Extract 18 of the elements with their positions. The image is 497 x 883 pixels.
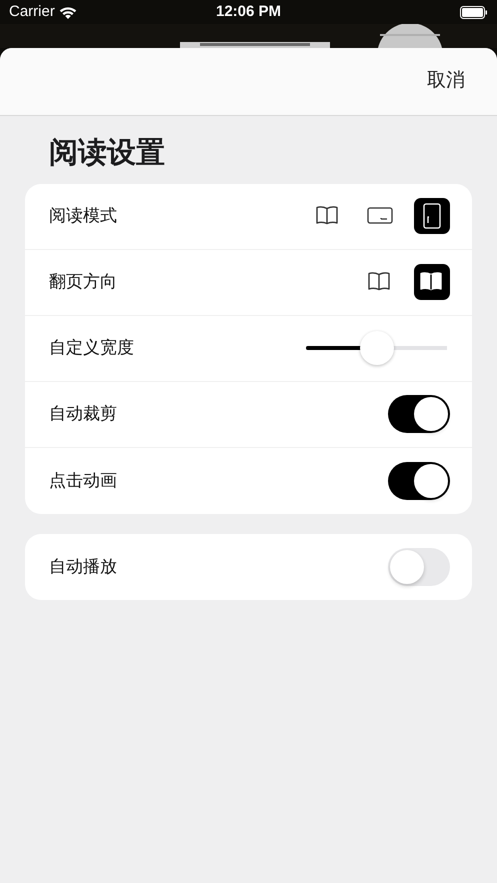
mode-option[interactable]: [414, 198, 450, 234]
battery-icon: [460, 6, 488, 18]
mode-option[interactable]: [414, 264, 450, 300]
settings-title: 阅读设置: [49, 136, 166, 171]
toggle-switch[interactable]: [388, 548, 450, 586]
setting-label: 点击动画: [49, 470, 117, 492]
cancel-button[interactable]: 取消: [427, 67, 465, 96]
wifi-icon: [58, 6, 77, 18]
setting-label: 翻页方向: [49, 271, 117, 294]
toggle-switch[interactable]: [388, 462, 450, 500]
clock-time: 12:06 PM: [216, 2, 282, 22]
setting-label: 自定义宽度: [49, 337, 134, 360]
toggle-switch[interactable]: [388, 395, 450, 433]
setting-label: 自动裁剪: [49, 403, 117, 426]
slider-thumb[interactable]: [360, 331, 394, 365]
setting-label: 阅读模式: [49, 205, 117, 228]
setting-label: 自动播放: [49, 556, 117, 578]
carrier-name: Carrier: [9, 2, 55, 22]
